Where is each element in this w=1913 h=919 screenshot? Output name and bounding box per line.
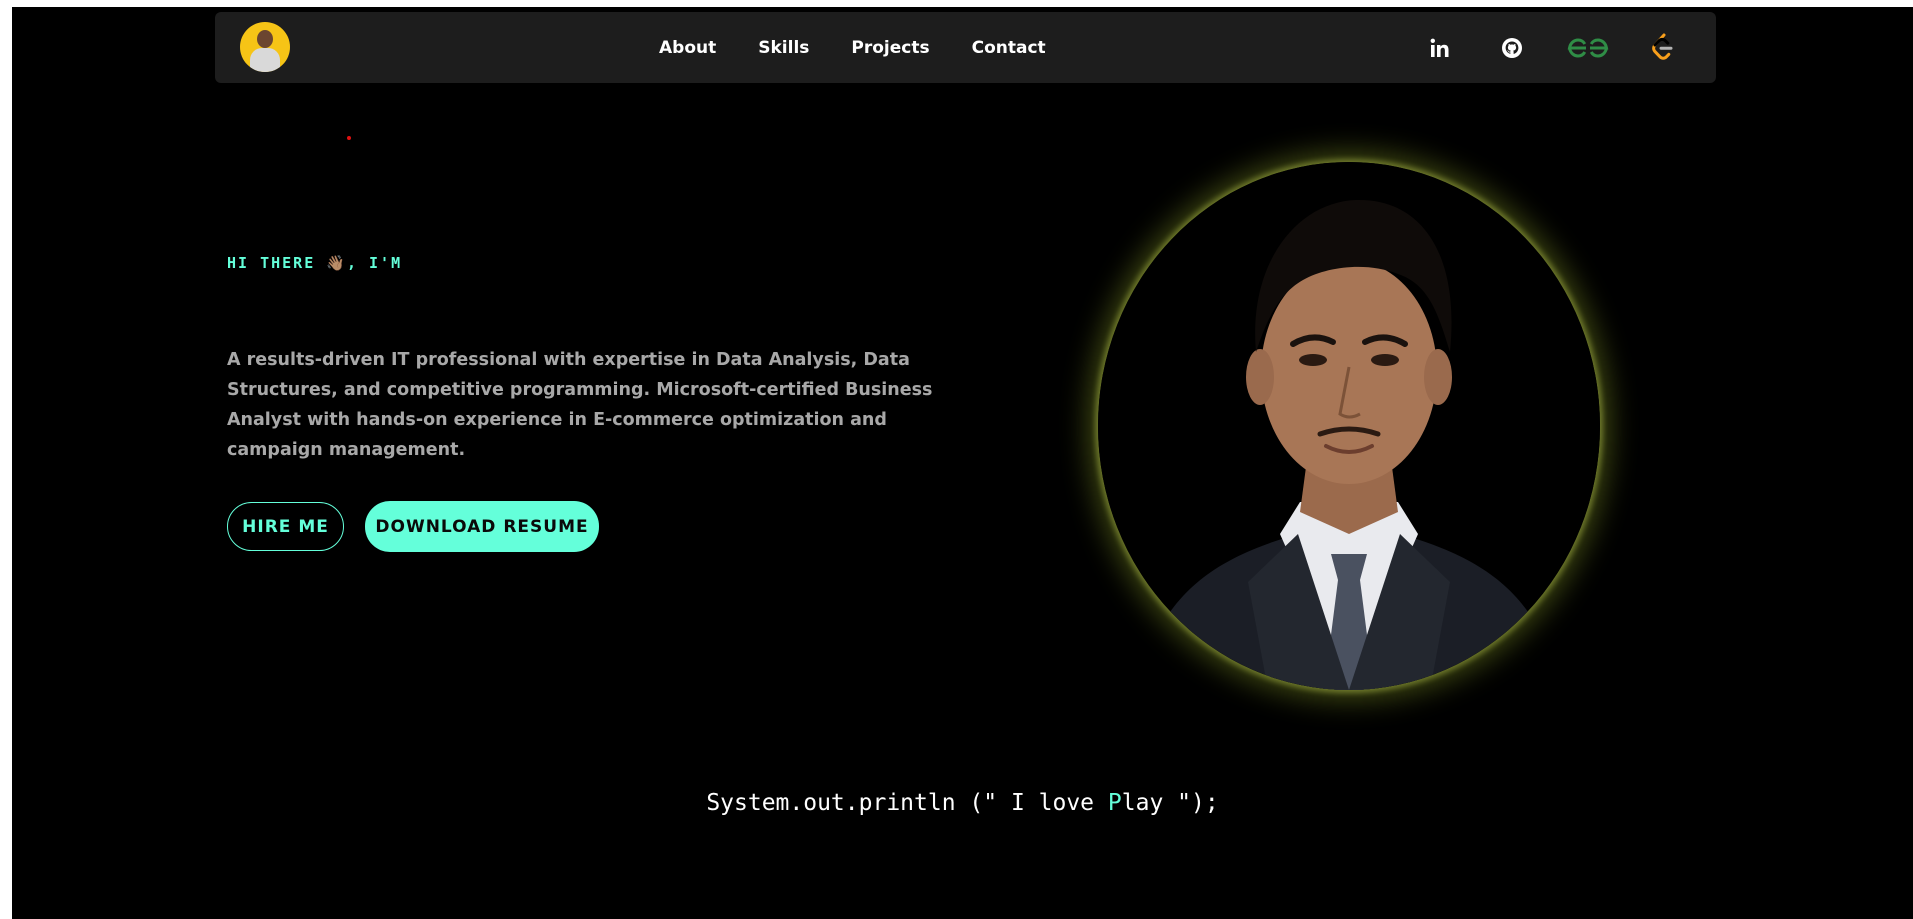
- top-strip: [0, 0, 1913, 7]
- github-icon[interactable]: [1498, 34, 1526, 62]
- nav-projects[interactable]: Projects: [851, 38, 929, 58]
- cursor-dot: [347, 136, 351, 140]
- social-links: [1426, 12, 1716, 83]
- nav-contact[interactable]: Contact: [972, 38, 1046, 58]
- code-suffix: lay ");: [1121, 790, 1219, 816]
- avatar-head: [257, 30, 273, 48]
- avatar-body: [250, 48, 280, 72]
- hero-bio: A results-driven IT professional with ex…: [227, 350, 933, 460]
- download-resume-button[interactable]: DOWNLOAD RESUME: [365, 501, 599, 552]
- leetcode-icon[interactable]: [1648, 33, 1676, 62]
- profile-portrait: [1098, 162, 1600, 690]
- geeksforgeeks-icon[interactable]: [1566, 34, 1610, 62]
- linkedin-icon[interactable]: [1426, 34, 1454, 62]
- portrait-illustration: [1098, 162, 1600, 690]
- nav-about[interactable]: About: [659, 38, 716, 58]
- hire-me-button[interactable]: HIRE ME: [227, 502, 344, 551]
- nav-skills[interactable]: Skills: [758, 38, 809, 58]
- page: About Skills Projects Contact HI THERE 👋…: [12, 7, 1913, 919]
- left-strip: [0, 0, 12, 919]
- code-prefix: System.out.println (" I love: [706, 790, 1108, 816]
- nav-links: About Skills Projects Contact: [659, 12, 1088, 83]
- navbar: About Skills Projects Contact: [215, 12, 1716, 83]
- avatar[interactable]: [240, 22, 290, 72]
- code-highlight: P: [1107, 790, 1122, 816]
- hero-greeting: HI THERE 👋🏽, I'M: [227, 254, 403, 272]
- code-line: System.out.println (" I love Play ");: [12, 790, 1913, 816]
